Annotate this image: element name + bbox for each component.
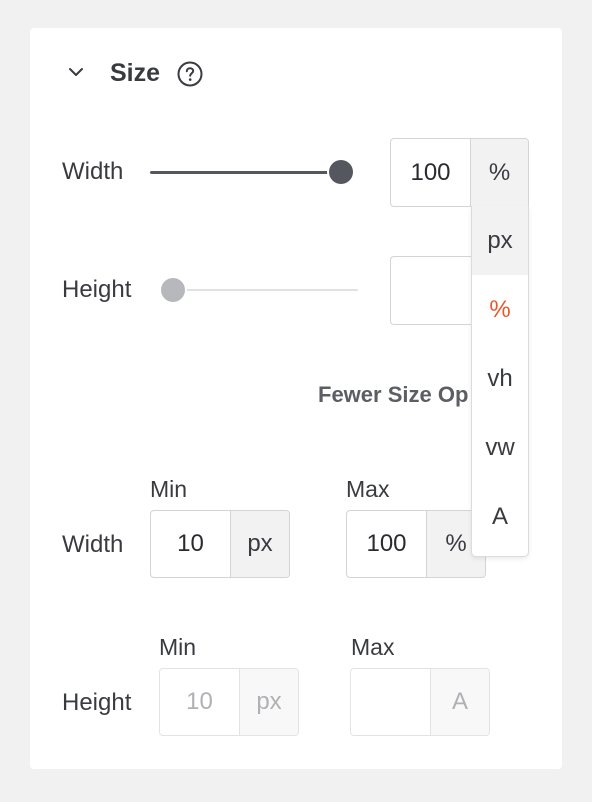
width-slider[interactable] (150, 159, 353, 185)
width-unit-select[interactable]: % (470, 139, 528, 206)
width-slider-track (150, 171, 340, 174)
unit-option-percent[interactable]: % (472, 275, 528, 344)
height-slider-track (171, 289, 358, 291)
min-width-input[interactable]: 10 (151, 511, 230, 577)
fewer-size-options-link[interactable]: Fewer Size Options (318, 382, 468, 408)
width-value-input[interactable]: 100 (391, 139, 470, 206)
height-slider-thumb[interactable] (161, 278, 185, 302)
unit-option-auto[interactable]: A (472, 482, 528, 551)
max-width-input[interactable]: 100 (347, 511, 426, 577)
height-slider[interactable] (161, 277, 361, 303)
min-width-unit-select[interactable]: px (230, 511, 289, 577)
min-width-input-group: 10 px (150, 510, 290, 578)
chevron-down-icon[interactable] (66, 62, 86, 82)
max-height-unit-select[interactable]: A (430, 669, 489, 735)
max-width-input-group: 100 % (346, 510, 486, 578)
unit-option-vh[interactable]: vh (472, 344, 528, 413)
minmax-height-label: Height (62, 689, 132, 716)
max-height-label: Max (351, 634, 395, 660)
min-height-input-group: 10 px (159, 668, 299, 736)
height-label: Height (62, 276, 132, 303)
width-label: Width (62, 158, 124, 185)
min-height-input[interactable]: 10 (160, 669, 239, 735)
width-input-group: 100 % (390, 138, 529, 207)
unit-option-vw[interactable]: vw (472, 413, 528, 482)
width-slider-thumb[interactable] (329, 160, 353, 184)
size-panel: Size Width 100 % Height Fewer Size Optio… (30, 28, 562, 769)
section-title[interactable]: Size (110, 59, 160, 88)
max-width-label: Max (346, 476, 390, 502)
minmax-width-label: Width (62, 531, 124, 558)
min-width-label: Min (150, 476, 188, 502)
max-height-input[interactable] (351, 669, 430, 735)
max-height-input-group: A (350, 668, 490, 736)
question-circle-icon[interactable] (177, 61, 203, 87)
min-height-unit-select[interactable]: px (239, 669, 298, 735)
min-height-label: Min (159, 634, 197, 660)
unit-dropdown-menu: px % vh vw A (471, 206, 529, 557)
unit-option-px[interactable]: px (472, 206, 528, 275)
